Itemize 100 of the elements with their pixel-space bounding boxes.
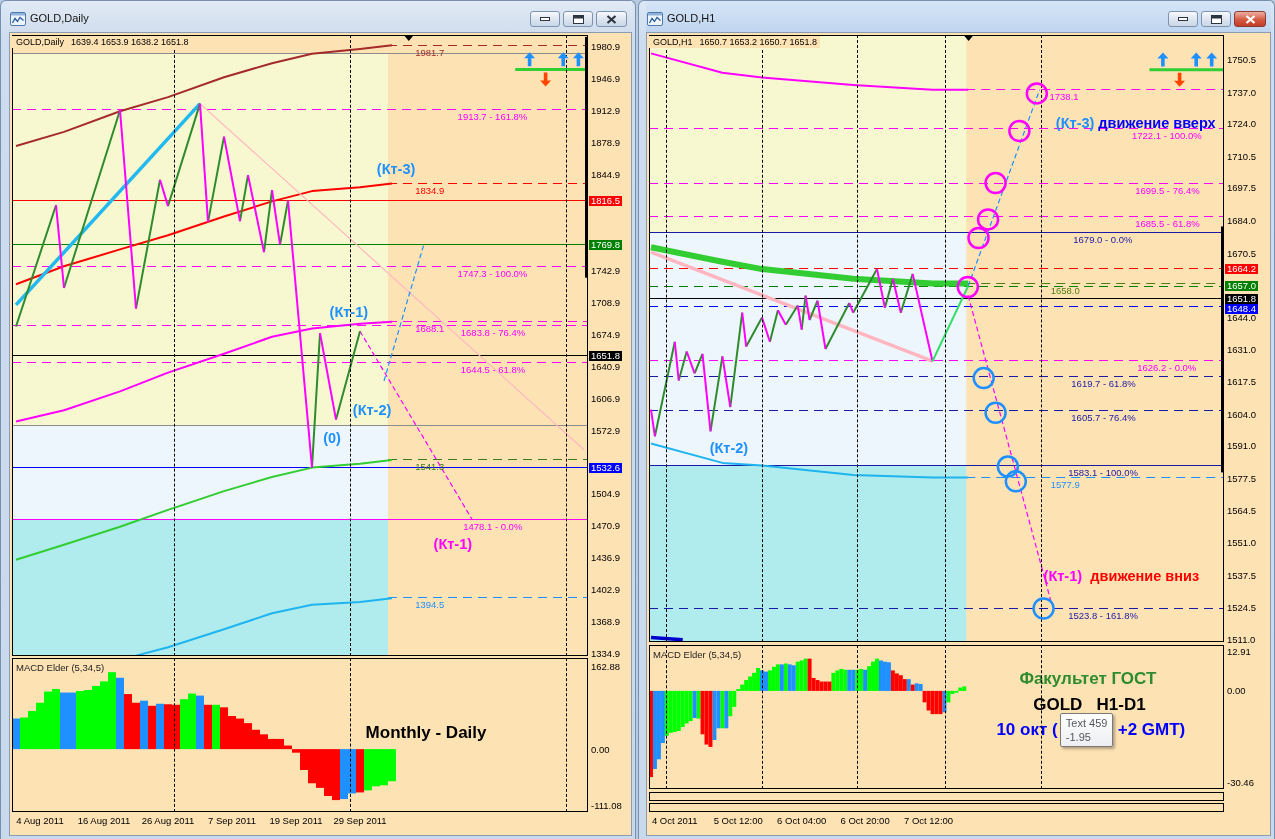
price-tag: 1657.0 [1225,281,1259,292]
time-label: 16 Aug 2011 [77,816,131,826]
axis-label: 1878.9 [591,137,621,147]
axis-label: 0.00 [591,744,610,754]
time-label: 29 Sep 2011 [333,816,387,826]
close-button[interactable] [1234,11,1266,27]
axis-label: 1402.9 [591,585,621,595]
maximize-button[interactable] [563,11,593,27]
level-label: 1605.7 - 76.4% [1071,412,1136,423]
circle-marker [956,275,980,299]
chart-label: (Кт-2) [352,401,392,418]
axis-label: 1334.9 [591,649,621,659]
down-arrow-icon [1174,72,1186,87]
chart-caption: +2 GMT) [1117,720,1186,740]
axis-label: 1644.0 [1227,313,1257,323]
axis-label: 1710.5 [1227,151,1257,161]
time-label: 7 Oct 12:00 [904,816,954,826]
axis-label: 1591.0 [1227,441,1257,451]
maximize-icon [1210,14,1222,24]
axis-label: 162.88 [591,661,621,671]
price-tag: 1664.2 [1225,263,1259,274]
level-label: 1688.1 [415,323,445,334]
chart-label: (Кт-3) [1055,114,1095,131]
axis-label: 1617.5 [1227,377,1257,387]
minimize-button[interactable] [1168,11,1198,27]
circle-marker [967,226,990,250]
chart-icon [647,12,663,26]
axis-label: 1684.0 [1227,216,1257,226]
circle-marker [972,366,995,390]
axis-label: 1436.9 [591,553,621,563]
time-label: 5 Oct 12:00 [713,816,763,826]
chart-label: движение вверх [1098,114,1216,131]
chart-label: (Кт-2) [709,440,749,457]
chart-caption: GOLD H1-D1 [1033,694,1146,714]
level-label: 1658.0 [1050,285,1080,296]
axis-label: 1577.5 [1227,474,1257,484]
up-arrow-icon [572,52,584,67]
axis-label: -30.46 [1227,778,1254,788]
chart-label: (Кт-1) [433,536,473,553]
axis-label: 1742.9 [591,265,621,275]
level-label: 1913.7 - 161.8% [457,111,528,122]
axis-label: 1674.9 [591,329,621,339]
level-label: 1722.1 - 100.0% [1132,130,1202,141]
ohlc-values: 1650.7 1653.2 1650.7 1651.8 [692,36,821,48]
axis-label: 1697.5 [1227,183,1257,193]
chart-caption: Факультет ГОСТ [1019,669,1157,689]
up-arrow-icon [1206,52,1218,67]
circle-marker [1008,119,1031,143]
axis-label: 1640.9 [591,361,621,371]
axis-label: 1750.5 [1227,54,1257,64]
time-label: 26 Aug 2011 [141,816,195,826]
chart-label: движение вниз [1090,567,1200,584]
window-title: GOLD,Daily [30,11,89,25]
symbol-label: GOLD,Daily [12,36,64,48]
circle-marker [976,208,1000,231]
chart-label: (Кт-1) [329,304,369,321]
level-label: 1699.5 - 76.4% [1135,185,1200,196]
level-label: 1738.1 [1049,91,1079,102]
level-label: 1583.1 - 100.0% [1068,467,1138,478]
price-tag: 1648.4 [1225,303,1259,314]
window-title: GOLD,H1 [667,11,716,25]
indicator-name: MACD Elder (5,34,5) [653,650,742,660]
axis-label: 1844.9 [591,169,621,179]
level-label: 1747.3 - 100.0% [457,268,528,279]
level-label: 1619.7 - 61.8% [1071,378,1136,389]
axis-label: 1537.5 [1227,571,1257,581]
level-label: 1394.5 [415,599,445,610]
chart-label: (Кт-3) [376,161,416,178]
axis-label: 1912.9 [591,105,621,115]
time-label: 6 Oct 04:00 [777,816,827,826]
level-label: 1644.5 - 61.8% [460,364,526,375]
chart-label: (0) [323,429,341,446]
time-label: 19 Sep 2011 [269,816,323,826]
minimize-button[interactable] [530,11,560,27]
circle-marker [984,401,1007,424]
price-tag: 1769.8 [589,239,623,250]
axis-label: 1511.0 [1227,635,1256,645]
axis-label: 1708.9 [591,297,621,307]
up-arrow-icon [1157,52,1169,67]
level-label: 1626.2 - 0.0% [1137,362,1197,373]
axis-label: 0.00 [1227,686,1246,696]
symbol-label: GOLD,H1 [649,36,693,48]
time-label: 4 Aug 2011 [16,816,64,826]
axis-label: 1470.9 [591,521,621,531]
circle-marker [984,171,1007,195]
axis-label: 1572.9 [591,425,621,435]
price-tag: 1651.8 [1225,293,1259,304]
circle-marker [1025,82,1049,105]
close-button[interactable] [596,11,627,27]
close-icon [606,14,617,24]
maximize-button[interactable] [1201,11,1231,27]
tooltip-text: -1.95 [1065,730,1092,745]
level-label: 1523.8 - 161.8% [1068,610,1138,621]
price-tag: 1532.6 [589,462,623,473]
circle-marker [996,455,1020,478]
minimize-icon [1178,17,1188,21]
circle-marker [1004,470,1028,493]
minimize-icon [540,17,550,21]
up-arrow-icon [1190,52,1202,67]
tooltip-text: Text 459 [1065,716,1108,731]
